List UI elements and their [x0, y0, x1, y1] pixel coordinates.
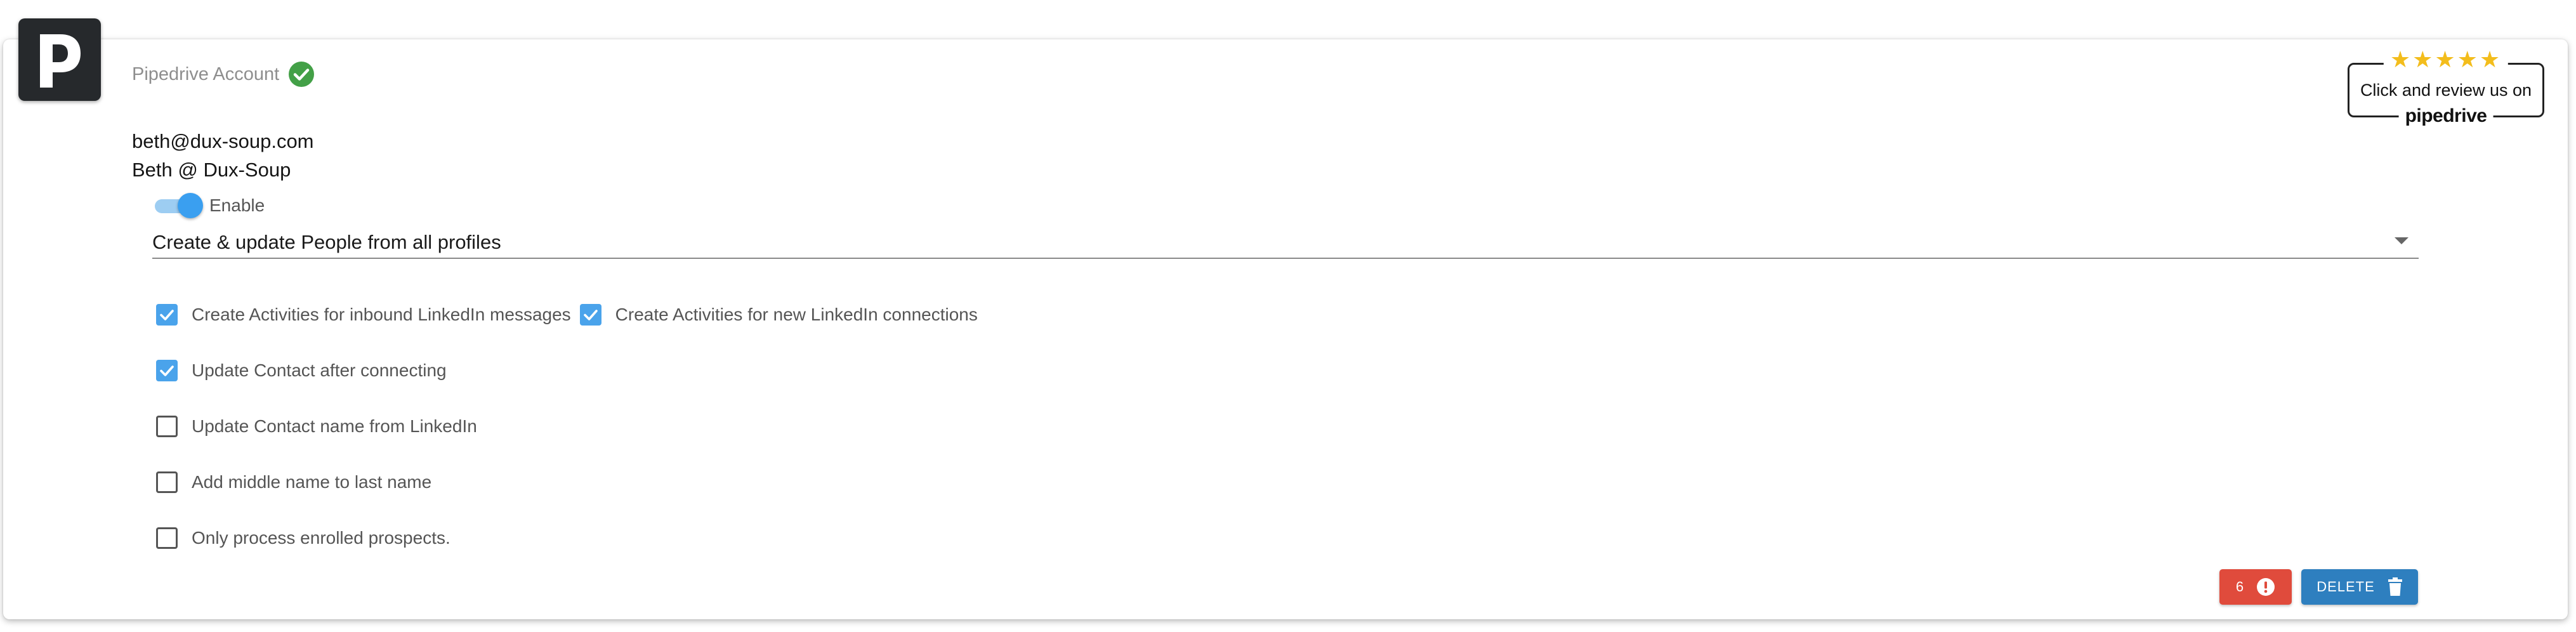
- rating-stars: ★★★★★: [2383, 47, 2509, 72]
- account-name: Beth @ Dux-Soup: [132, 159, 291, 181]
- checkbox-unchecked-icon[interactable]: [156, 527, 178, 549]
- enable-switch[interactable]: [154, 193, 203, 218]
- checkbox-checked-icon[interactable]: [579, 304, 601, 326]
- option-label: Update Contact after connecting: [192, 360, 447, 380]
- error-count: 6: [2235, 579, 2244, 595]
- options-row-4: Add middle name to last name: [156, 470, 431, 495]
- option-enrolled-only[interactable]: Only process enrolled prospects.: [156, 527, 450, 549]
- options-row-5: Only process enrolled prospects.: [156, 525, 450, 551]
- option-label: Create Activities for new LinkedIn conne…: [615, 305, 978, 324]
- delete-button[interactable]: DELETE: [2301, 569, 2418, 605]
- pipedrive-wordmark: pipedrive: [2398, 105, 2494, 127]
- checkbox-checked-icon[interactable]: [156, 360, 178, 381]
- page: Pipedrive Account ★★★★★ Click and review…: [0, 0, 2576, 632]
- trash-icon: [2388, 577, 2403, 596]
- option-label: Add middle name to last name: [192, 472, 432, 492]
- enable-label: Enable: [209, 195, 265, 215]
- sync-mode-value: Create & update People from all profiles: [152, 231, 501, 253]
- check-circle-icon: [288, 61, 315, 88]
- account-email: beth@dux-soup.com: [132, 130, 314, 152]
- option-label: Update Contact name from LinkedIn: [192, 416, 477, 436]
- checkbox-checked-icon[interactable]: [156, 304, 178, 326]
- account-title: Pipedrive Account: [132, 63, 280, 84]
- option-inbound-messages[interactable]: Create Activities for inbound LinkedIn m…: [156, 304, 571, 326]
- options-row-3: Update Contact name from LinkedIn: [156, 414, 477, 439]
- options-row-2: Update Contact after connecting: [156, 358, 447, 383]
- option-label: Create Activities for inbound LinkedIn m…: [192, 305, 571, 324]
- options-row-1: Create Activities for inbound LinkedIn m…: [156, 302, 978, 327]
- dropdown-arrow-icon: [2395, 237, 2408, 244]
- option-update-after-connecting[interactable]: Update Contact after connecting: [156, 360, 447, 381]
- option-label: Only process enrolled prospects.: [192, 528, 450, 548]
- review-badge[interactable]: ★★★★★ Click and review us on pipedrive: [2348, 47, 2544, 127]
- pipedrive-p-icon: [40, 34, 81, 88]
- errors-button[interactable]: 6: [2219, 569, 2292, 605]
- switch-thumb: [178, 193, 203, 218]
- option-new-connections[interactable]: Create Activities for new LinkedIn conne…: [579, 304, 978, 326]
- enable-toggle-row: Enable: [154, 193, 265, 218]
- checkbox-unchecked-icon[interactable]: [156, 471, 178, 493]
- delete-label: DELETE: [2316, 579, 2375, 595]
- sync-mode-select[interactable]: Create & update People from all profiles: [152, 226, 2419, 259]
- option-update-name[interactable]: Update Contact name from LinkedIn: [156, 416, 477, 437]
- option-middle-name[interactable]: Add middle name to last name: [156, 471, 431, 493]
- review-prompt: Click and review us on: [2360, 81, 2532, 100]
- pipedrive-logo: [18, 18, 101, 101]
- alert-circle-icon: [2256, 577, 2275, 596]
- account-header: Pipedrive Account: [132, 61, 315, 88]
- checkbox-unchecked-icon[interactable]: [156, 416, 178, 437]
